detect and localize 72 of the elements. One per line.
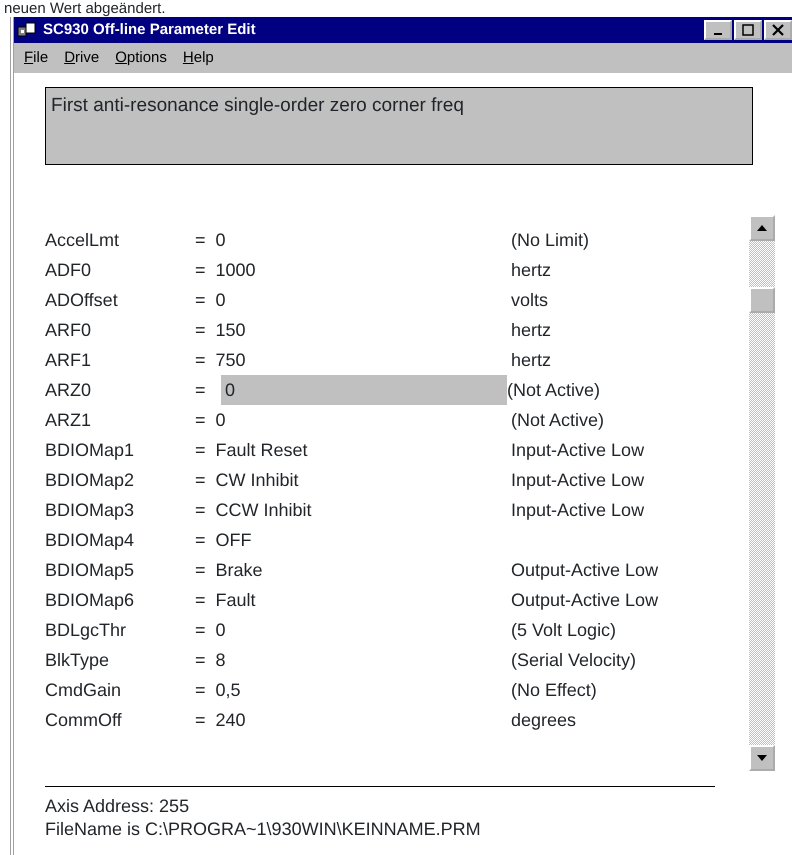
parameter-unit: Input-Active Low (511, 498, 644, 522)
parameter-name: BDIOMap4 (45, 528, 136, 552)
parameter-unit: (No Effect) (511, 678, 597, 702)
minimize-button[interactable] (704, 20, 732, 40)
parameter-unit: (No Limit) (511, 228, 590, 252)
description-box: First anti-resonance single-order zero corner freq (45, 87, 753, 165)
parameter-unit: (5 Volt Logic) (511, 618, 616, 642)
parameter-unit: hertz (511, 348, 552, 372)
parameter-value: = CW Inhibit (195, 470, 299, 490)
parameter-unit: Input-Active Low (511, 438, 644, 462)
scroll-down-button[interactable] (749, 745, 775, 771)
down-arrow-icon (757, 755, 767, 761)
document-text: neuen Wert abgeändert. (4, 0, 166, 17)
up-arrow-icon (757, 225, 767, 231)
parameter-name: CmdGain (45, 678, 122, 702)
parameter-value: = 0 (195, 620, 226, 640)
parameter-name: ARZ0 (45, 378, 92, 402)
parameter-name: ARZ1 (45, 408, 92, 432)
parameter-name: BDIOMap1 (45, 438, 136, 462)
scroll-up-button[interactable] (749, 215, 775, 241)
window-title: SC930 Off-line Parameter Edit (43, 20, 256, 40)
parameter-value: = OFF (195, 530, 252, 550)
parameter-name: ADF0 (45, 258, 92, 282)
parameter-value: = 1000 (195, 260, 256, 280)
menu-item[interactable]: Drive (58, 46, 106, 70)
parameter-value: = 750 (195, 350, 246, 370)
minimize-icon (714, 33, 722, 35)
parameter-name: BDIOMap2 (45, 468, 136, 492)
close-button[interactable] (764, 20, 792, 40)
menu-item[interactable]: Options (109, 46, 173, 70)
parameter-name: CommOff (45, 708, 123, 732)
parameter-value: = 240 (195, 710, 246, 730)
parameter-unit: Output-Active Low (511, 588, 658, 612)
parameter-name: ADOffset (45, 288, 119, 312)
parameter-unit: hertz (511, 258, 552, 282)
parameter-value: = 0 (195, 230, 226, 250)
equals-sign: = (195, 378, 207, 402)
status-text: Axis Address: 255 (45, 796, 190, 816)
parameter-unit: (Not Active) (507, 378, 600, 402)
menu-item[interactable]: File (18, 46, 54, 70)
parameter-value: = 150 (195, 320, 246, 340)
parameter-unit: volts (511, 288, 548, 312)
parameter-unit: Output-Active Low (511, 558, 658, 582)
parameter-unit: (Not Active) (511, 408, 604, 432)
parameter-value: = 0 (195, 410, 226, 430)
parameter-value: = Fault Reset (195, 440, 308, 460)
close-icon (772, 24, 784, 36)
parameter-value: = 8 (195, 650, 226, 670)
parameter-name: BDIOMap6 (45, 588, 136, 612)
scrollbar[interactable] (749, 215, 775, 771)
menu-item[interactable]: Help (176, 46, 220, 70)
parameter-name: BDIOMap5 (45, 558, 136, 582)
parameter-value: = 0,5 (195, 680, 241, 700)
parameter-name: AccelLmt (45, 228, 120, 252)
parameter-name: ARF0 (45, 318, 92, 342)
parameter-unit: (Serial Velocity) (511, 648, 636, 672)
parameter-name: BDLgcThr (45, 618, 128, 642)
parameter-name: BDIOMap3 (45, 498, 136, 522)
maximize-button[interactable] (734, 20, 762, 40)
parameter-unit: hertz (511, 318, 552, 342)
scroll-thumb[interactable] (749, 287, 775, 313)
parameter-value: = 0 (195, 290, 226, 310)
maximize-icon (742, 24, 754, 36)
parameter-name: BlkType (45, 648, 110, 672)
parameter-unit: degrees (511, 708, 576, 732)
status-text: FileName is C:\PROGRA~1\930WIN\KEINNAME.PRM (45, 819, 481, 839)
parameter-value: = CCW Inhibit (195, 500, 312, 520)
parameter-value: = Brake (195, 560, 263, 580)
parameter-name: ARF1 (45, 348, 92, 372)
value-field[interactable]: 0 (221, 375, 507, 405)
parameter-value: = Fault (195, 590, 256, 610)
parameter-unit: Input-Active Low (511, 468, 644, 492)
